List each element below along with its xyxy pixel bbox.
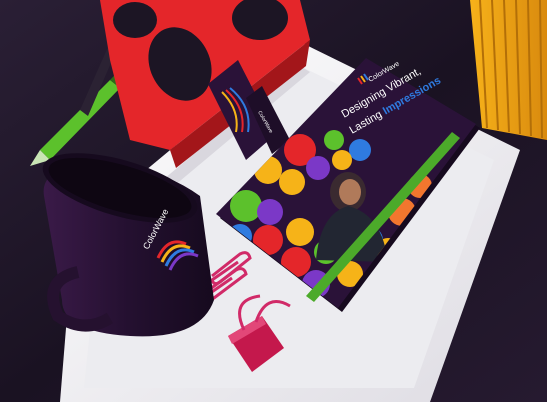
mockup-scene: ColorWave ColorWave Designing Vibrant, L… [0,0,547,402]
yellow-ribbed-object [470,0,547,140]
